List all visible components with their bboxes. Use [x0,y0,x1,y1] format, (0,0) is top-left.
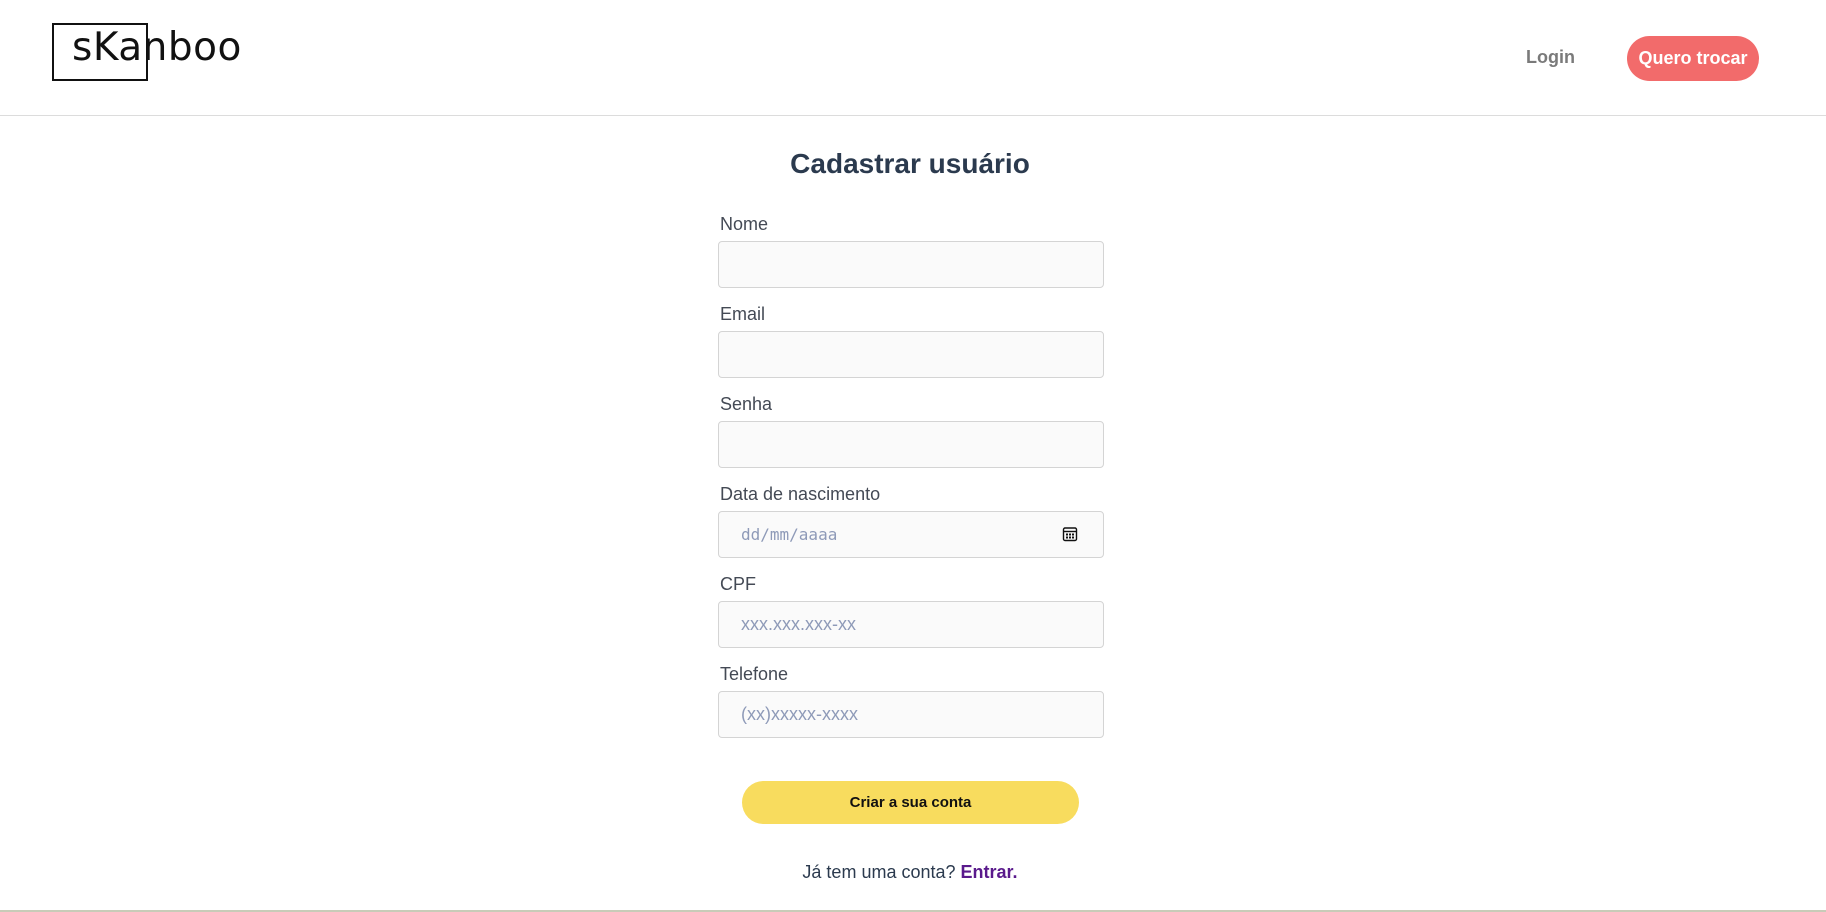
data-nascimento-input[interactable] [718,511,1104,558]
quero-trocar-button[interactable]: Quero trocar [1627,36,1759,81]
cpf-input[interactable] [718,601,1104,648]
login-link[interactable]: Login [1526,47,1575,68]
login-prompt-text: Já tem uma conta? [802,862,956,882]
login-prompt: Já tem uma conta? Entrar. [0,862,1820,883]
telefone-label: Telefone [720,664,789,684]
calendar-icon[interactable] [1062,526,1078,542]
cpf-label: CPF [720,574,756,594]
criar-conta-button[interactable]: Criar a sua conta [742,781,1079,824]
signup-form: Nome Email Senha Data de nascimento CPF … [718,210,1104,750]
logo[interactable]: sKanboo [52,21,252,85]
email-label: Email [720,304,766,324]
page-title: Cadastrar usuário [790,148,1030,179]
data-nascimento-label: Data de nascimento [720,484,881,504]
entrar-link[interactable]: Entrar. [961,862,1018,882]
email-input[interactable] [718,331,1104,378]
nome-label: Nome [720,214,769,234]
header: sKanboo Login Quero trocar [0,0,1826,116]
telefone-input[interactable] [718,691,1104,738]
logo-text: sKanboo [72,25,242,70]
nome-input[interactable] [718,241,1104,288]
senha-input[interactable] [718,421,1104,468]
senha-label: Senha [720,394,773,414]
data-nascimento-field [718,511,1104,558]
